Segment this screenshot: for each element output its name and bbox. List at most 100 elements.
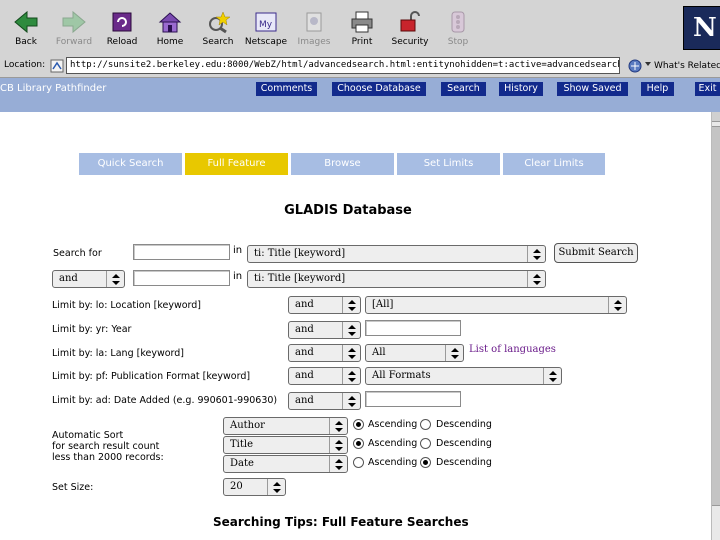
nav-show-saved-button[interactable]: Show Saved [557,82,628,96]
search-term-input-1[interactable] [133,244,230,260]
search-term-input-2[interactable] [133,270,230,286]
sort-2-ascending-radio[interactable] [353,438,364,449]
back-button[interactable]: Back [0,10,52,50]
search-label: Search [202,37,234,47]
sort-2-descending-label: Descending [436,438,492,449]
sort-3-ascending-radio[interactable] [353,457,364,468]
sort-3-descending-radio[interactable] [420,457,431,468]
sort-field-select-2[interactable]: Title [223,436,348,454]
browser-toolbar: Back Forward Reload Home Search My Netsc… [0,0,690,52]
svg-text:My: My [259,20,273,30]
limit-year-input[interactable] [365,320,461,336]
url-input[interactable]: http://sunsite2.berkeley.edu:8000/WebZ/h… [66,57,620,74]
updown-arrows-icon [533,249,541,260]
updown-arrows-icon [335,459,343,470]
whats-related-button[interactable]: What's Related [626,57,720,74]
scroll-thumb[interactable] [712,126,720,506]
select-divider [608,297,609,313]
reload-icon [112,12,132,32]
limit-language-boolean-value: and [295,347,314,358]
limit-location-label: Limit by: lo: Location [keyword] [52,300,202,311]
updown-arrows-icon [348,325,356,336]
images-button[interactable]: Images [288,10,340,50]
limit-language-value-select[interactable]: All [365,344,464,362]
nav-comments-button[interactable]: Comments [256,82,317,96]
limit-format-value-select[interactable]: All Formats [365,367,562,385]
list-of-languages-link[interactable]: List of languages [469,344,556,355]
in-label-1: in [233,245,243,256]
home-button[interactable]: Home [144,10,196,50]
images-icon [306,12,322,32]
select-divider [342,368,343,384]
search-button[interactable]: Search [192,10,244,50]
print-button[interactable]: Print [336,10,388,50]
lock-icon [400,11,420,32]
scroll-up-arrow[interactable] [712,112,720,122]
search-field-select-1[interactable]: ti: Title [keyword] [247,245,546,263]
sort-field-3-value: Date [230,458,254,469]
select-divider [329,437,330,453]
browser-chrome: Back Forward Reload Home Search My Netsc… [0,0,720,78]
set-size-select[interactable]: 20 [223,478,286,496]
automatic-sort-label-2: for search result count [52,441,160,452]
limit-location-boolean-select[interactable]: and [288,296,361,314]
set-size-value: 20 [230,481,243,492]
my-netscape-icon: My [255,12,277,32]
updown-arrows-icon [348,396,356,407]
vertical-scrollbar[interactable] [711,112,720,540]
tab-full-feature[interactable]: Full Feature [185,153,288,175]
limit-format-boolean-select[interactable]: and [288,367,361,385]
sort-1-descending-label: Descending [436,419,492,430]
stop-button[interactable]: Stop [432,10,484,50]
limit-date-added-boolean-select[interactable]: and [288,392,361,410]
page-proxy-icon[interactable] [50,59,64,73]
tab-quick-search[interactable]: Quick Search [79,153,182,175]
netscape-button[interactable]: My Netscape [240,10,292,50]
limit-language-label: Limit by: la: Lang [keyword] [52,348,185,359]
tab-clear-limits[interactable]: Clear Limits [503,153,605,175]
forward-button[interactable]: Forward [48,10,100,50]
security-button[interactable]: Security [384,10,436,50]
nav-help-button[interactable]: Help [641,82,674,96]
nav-exit-button[interactable]: Exit [695,82,720,96]
select-divider [267,479,268,495]
limit-language-boolean-select[interactable]: and [288,344,361,362]
nav-history-button[interactable]: History [499,82,543,96]
reload-button[interactable]: Reload [96,10,148,50]
tab-browse[interactable]: Browse [291,153,394,175]
limit-location-value-select[interactable]: [All] [365,296,627,314]
limit-language-value: All [372,347,386,358]
stop-label: Stop [447,37,469,47]
limit-date-added-input[interactable] [365,391,461,407]
automatic-sort-label: Automatic Sort [52,430,124,441]
back-label: Back [15,37,37,47]
sort-1-ascending-radio[interactable] [353,419,364,430]
sort-field-select-3[interactable]: Date [223,455,348,473]
sort-3-descending-label: Descending [436,457,492,468]
in-label-2: in [233,271,243,282]
nav-search-button[interactable]: Search [441,82,486,96]
nav-choose-database-button[interactable]: Choose Database [332,82,426,96]
updown-arrows-icon [348,348,356,359]
sort-2-descending-radio[interactable] [420,438,431,449]
select-divider [342,297,343,313]
boolean-select-row2-value: and [59,273,78,284]
location-label: Location: [4,60,46,70]
limit-year-label: Limit by: yr: Year [52,324,132,335]
search-field-select-2[interactable]: ti: Title [keyword] [247,270,546,288]
forward-label: Forward [55,37,93,47]
boolean-select-row2[interactable]: and [52,270,125,288]
submit-search-button[interactable]: Submit Search [554,243,638,263]
select-divider [342,345,343,361]
sort-field-select-1[interactable]: Author [223,417,348,435]
images-label: Images [297,37,331,47]
select-divider [106,271,107,287]
updown-arrows-icon [348,371,356,382]
limit-year-boolean-select[interactable]: and [288,321,361,339]
tab-set-limits[interactable]: Set Limits [397,153,500,175]
stop-icon [451,11,465,33]
home-icon [158,12,182,33]
limit-date-added-label: Limit by: ad: Date Added (e.g. 990601-99… [52,395,278,406]
sort-1-descending-radio[interactable] [420,419,431,430]
limit-format-value: All Formats [372,370,431,381]
